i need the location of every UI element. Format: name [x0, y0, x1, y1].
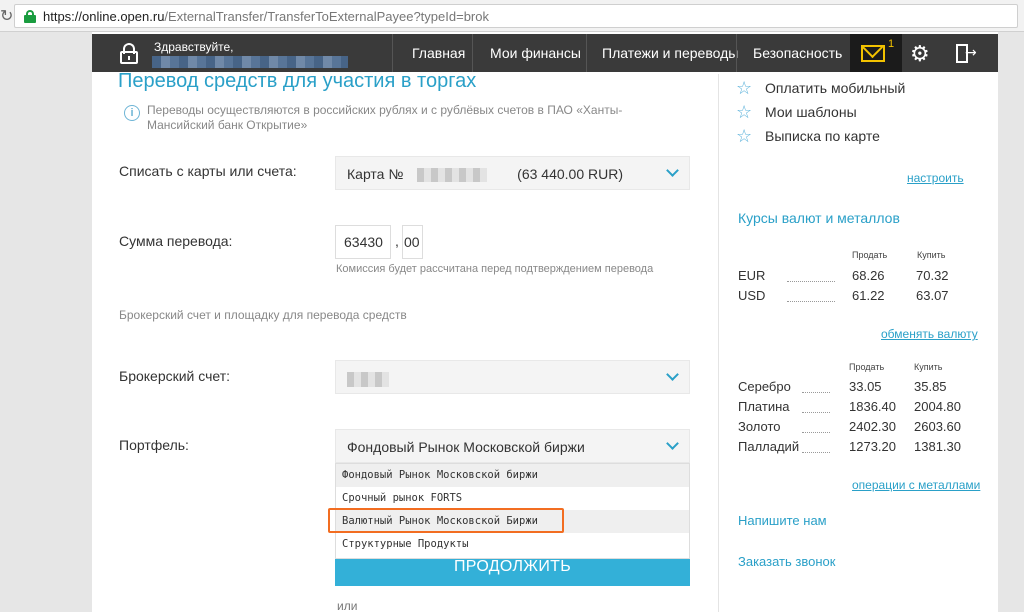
page: Здравствуйте, Главная Мои финансы Платеж… [92, 32, 998, 612]
browser-address-bar: ↻ https://online.open.ru/ExternalTransfe… [0, 0, 1024, 32]
card-number-redacted [417, 168, 488, 183]
portfolio-option[interactable]: Структурные Продукты [336, 533, 689, 556]
secure-lock-icon [24, 10, 36, 23]
metal-sell: 33.05 [849, 379, 882, 394]
metal-buy: 1381.30 [914, 439, 961, 454]
buy-header: Купить [917, 250, 946, 260]
rates-title[interactable]: Курсы валют и металлов [738, 210, 900, 226]
metal-name: Серебро [738, 379, 791, 394]
star-icon: ☆ [736, 102, 753, 123]
sell-header: Продать [852, 250, 888, 260]
nav-divider [586, 34, 587, 72]
currency-sell: 61.22 [852, 288, 885, 303]
portfolio-option[interactable]: Фондовый Рынок Московской биржи [336, 464, 689, 487]
nav-divider [736, 34, 737, 72]
portfolio-dropdown: Фондовый Рынок Московской биржи Срочный … [328, 463, 690, 559]
call-back-link[interactable]: Заказать звонок [738, 554, 835, 569]
leader-dots [787, 301, 835, 302]
metal-sell: 2402.30 [849, 419, 896, 434]
metal-buy: 2603.60 [914, 419, 961, 434]
broker-account-label: Брокерский счет: [119, 368, 231, 384]
lock-icon [120, 43, 138, 64]
exchange-link[interactable]: обменять валюту [881, 327, 978, 341]
column-divider [718, 74, 719, 612]
highlight-frame [328, 508, 564, 533]
greeting: Здравствуйте, [154, 40, 234, 54]
mail-count-badge: 1 [888, 38, 895, 50]
metal-name: Палладий [738, 439, 800, 454]
portfolio-option[interactable]: Срочный рынок FORTS [336, 487, 689, 510]
portfolio-value: Фондовый Рынок Московской биржи [347, 439, 585, 455]
buy-header: Купить [914, 362, 943, 372]
sell-header: Продать [849, 362, 885, 372]
leader-dots [802, 392, 830, 393]
logout-icon[interactable]: → [956, 44, 977, 64]
currency-name: USD [738, 288, 766, 303]
currency-buy: 63.07 [916, 288, 949, 303]
chevron-down-icon [666, 164, 679, 177]
portfolio-select[interactable]: Фондовый Рынок Московской биржи [335, 429, 690, 463]
metal-name: Платина [738, 399, 790, 414]
currency-buy: 70.32 [916, 268, 949, 283]
nav-divider [392, 34, 393, 72]
broker-account-value [347, 370, 389, 387]
or-label: или [337, 599, 358, 612]
mail-icon [861, 45, 885, 62]
amount-label: Сумма перевода: [119, 233, 233, 249]
nav-divider [472, 34, 473, 72]
write-us-link[interactable]: Напишите нам [738, 513, 827, 528]
page-title: Перевод средств для участия в торгах [118, 70, 477, 92]
quick-link-statement[interactable]: Выписка по карте [765, 128, 880, 144]
amount-separator: , [395, 233, 399, 249]
star-icon: ☆ [736, 126, 753, 147]
messages-button[interactable]: 1 [850, 34, 902, 72]
broker-account-select[interactable] [335, 360, 690, 394]
nav-home[interactable]: Главная [412, 45, 465, 61]
user-name-redacted [152, 56, 348, 68]
commission-hint: Комиссия будет рассчитана перед подтверж… [336, 263, 654, 275]
broker-account-redacted [347, 371, 389, 387]
metal-sell: 1836.40 [849, 399, 896, 414]
nav-security[interactable]: Безопасность [753, 45, 842, 61]
url-field[interactable]: https://online.open.ru/ExternalTransfer/… [14, 4, 1018, 28]
leader-dots [787, 281, 835, 282]
debit-account-value: Карта № (63 440.00 RUR) [347, 166, 623, 183]
broker-note: Брокерский счет и площадку для перевода … [119, 308, 407, 322]
star-icon: ☆ [736, 78, 753, 99]
amount-rubles-input[interactable]: 63430 [335, 225, 391, 259]
gear-icon[interactable]: ⚙ [910, 42, 930, 67]
url-text: https://online.open.ru/ExternalTransfer/… [43, 9, 489, 24]
quick-link-mobile[interactable]: Оплатить мобильный [765, 80, 905, 96]
leader-dots [802, 452, 830, 453]
currency-name: EUR [738, 268, 766, 283]
metals-operations-link[interactable]: операции с металлами [852, 478, 980, 492]
portfolio-option[interactable]: Валютный Рынок Московской Биржи [328, 508, 689, 533]
leader-dots [802, 432, 830, 433]
leader-dots [802, 412, 830, 413]
metal-name: Золото [738, 419, 781, 434]
top-nav: Здравствуйте, Главная Мои финансы Платеж… [92, 34, 998, 72]
portfolio-label: Портфель: [119, 437, 189, 453]
amount-kopecks-input[interactable]: 00 [402, 225, 423, 259]
reload-icon[interactable]: ↻ [0, 6, 14, 25]
metal-sell: 1273.20 [849, 439, 896, 454]
currency-sell: 68.26 [852, 268, 885, 283]
chevron-down-icon [666, 437, 679, 450]
nav-payments[interactable]: Платежи и переводы [602, 45, 738, 61]
debit-label: Списать с карты или счета: [119, 163, 297, 179]
info-icon: i [124, 105, 140, 121]
nav-my-finances[interactable]: Мои финансы [490, 45, 581, 61]
info-text: Переводы осуществляются в российских руб… [147, 103, 623, 132]
chevron-down-icon [666, 368, 679, 381]
quick-link-templates[interactable]: Мои шаблоны [765, 104, 857, 120]
metal-buy: 35.85 [914, 379, 947, 394]
debit-account-select[interactable]: Карта № (63 440.00 RUR) [335, 156, 690, 190]
configure-link[interactable]: настроить [907, 171, 964, 185]
metal-buy: 2004.80 [914, 399, 961, 414]
